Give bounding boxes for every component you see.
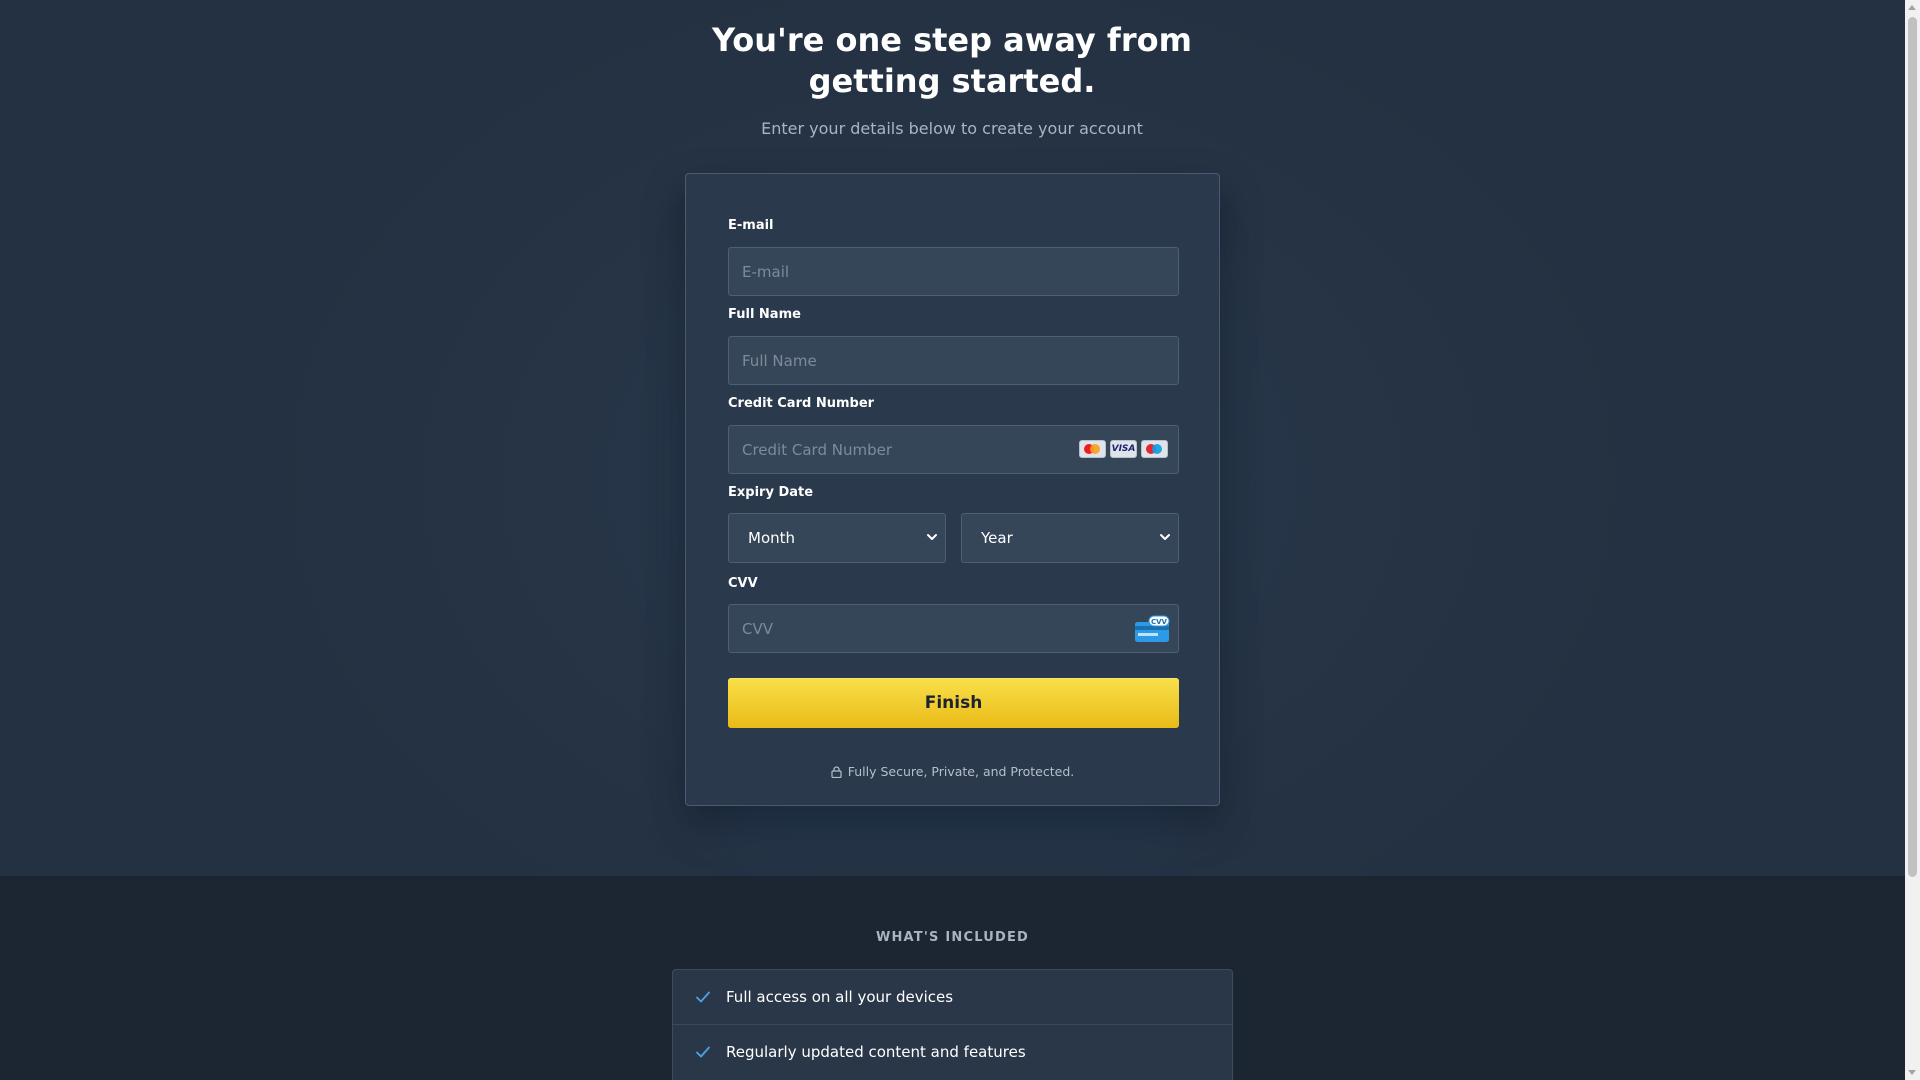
whats-included-list: Full access on all your devices Regularl…	[672, 969, 1233, 1080]
chevron-down-icon	[1160, 534, 1170, 540]
whats-included-section: WHAT'S INCLUDED Full access on all your …	[0, 876, 1905, 1080]
hero-section: You're one step away from getting starte…	[0, 0, 1905, 876]
page-title-line-1: You're one step away from	[712, 21, 1192, 59]
maestro-icon	[1141, 440, 1168, 458]
list-item-text: Full access on all your devices	[726, 988, 954, 1006]
scrollbar-thumb[interactable]	[1908, 17, 1917, 877]
signup-form-card: E-mail Full Name Credit Card Number	[685, 173, 1220, 806]
email-field-wrapper	[728, 247, 1179, 296]
visa-icon: VISA	[1110, 440, 1137, 458]
expiry-month-select[interactable]: Month	[728, 513, 946, 563]
full-name-input[interactable]	[729, 337, 1178, 384]
page-subtitle: Enter your details below to create your …	[761, 119, 1143, 138]
email-input[interactable]	[729, 248, 1178, 295]
list-item: Full access on all your devices	[673, 970, 1232, 1025]
finish-button[interactable]: Finish	[728, 678, 1179, 728]
expiry-year-select[interactable]: Year	[961, 513, 1179, 563]
chevron-down-icon	[927, 534, 937, 540]
page-scrollbar[interactable]	[1905, 0, 1920, 1080]
cvv-card-icon: CVV	[1135, 615, 1170, 642]
cvv-input[interactable]	[729, 605, 1178, 652]
full-name-label: Full Name	[728, 307, 801, 322]
lock-icon	[831, 766, 842, 778]
card-number-label: Credit Card Number	[728, 396, 875, 411]
visa-icon-text: VISA	[1111, 444, 1136, 454]
whats-included-title: WHAT'S INCLUDED	[875, 930, 1030, 945]
browser-viewport: You're one step away from getting starte…	[0, 0, 1920, 1080]
cvv-label: CVV	[728, 576, 758, 591]
email-label: E-mail	[728, 218, 774, 233]
cvv-icon-text: CVV	[1151, 618, 1168, 626]
mastercard-icon	[1079, 440, 1106, 458]
check-icon	[696, 1046, 710, 1058]
card-number-field-wrapper: VISA	[728, 425, 1179, 474]
page-title: You're one step away from getting starte…	[652, 20, 1252, 102]
expiry-month-value: Month	[748, 529, 796, 547]
list-item-text: Regularly updated content and features	[726, 1043, 1026, 1061]
check-icon	[696, 991, 710, 1003]
security-notice-text: Fully Secure, Private, and Protected.	[847, 764, 1075, 779]
expiry-date-label: Expiry Date	[728, 485, 814, 500]
scroll-up-arrow-icon[interactable]	[1908, 5, 1916, 10]
security-notice: Fully Secure, Private, and Protected.	[686, 764, 1219, 780]
expiry-year-value: Year	[981, 529, 1013, 547]
cvv-field-wrapper: CVV	[728, 604, 1179, 653]
full-name-field-wrapper	[728, 336, 1179, 385]
signup-page: You're one step away from getting starte…	[0, 0, 1905, 1080]
page-title-line-2: getting started.	[808, 62, 1096, 100]
list-item: Regularly updated content and features	[673, 1025, 1232, 1080]
card-brand-icons: VISA	[1079, 440, 1168, 458]
scroll-down-arrow-icon[interactable]	[1908, 1070, 1916, 1075]
